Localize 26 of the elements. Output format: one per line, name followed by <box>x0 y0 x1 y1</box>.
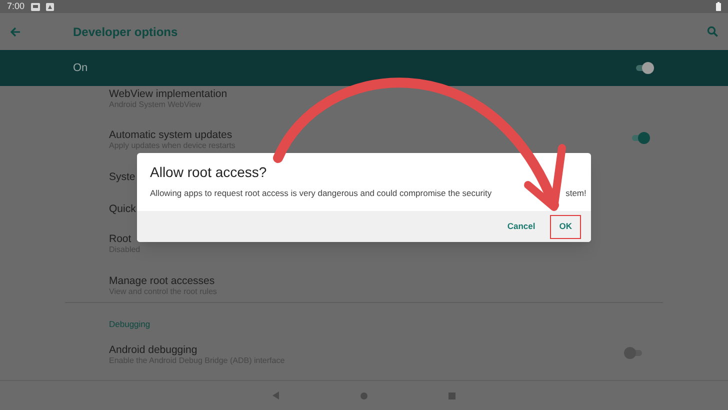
dialog-button[interactable]: OK <box>550 214 581 238</box>
toggle-switch[interactable] <box>630 132 650 144</box>
toggle-switch[interactable] <box>624 347 644 359</box>
setting-title: Root <box>109 233 132 245</box>
status-time: 7:00 <box>7 2 25 11</box>
setting-title: Automatic system updates <box>109 129 234 141</box>
back-icon[interactable] <box>272 391 280 400</box>
back-arrow-icon[interactable] <box>10 26 21 36</box>
notification-icon <box>46 2 54 10</box>
setting-title: Manage root accesses <box>109 275 216 287</box>
battery-icon <box>716 2 721 11</box>
notification-icon <box>30 2 40 10</box>
toggle-switch[interactable] <box>634 62 654 74</box>
section-header: Debugging <box>109 319 150 329</box>
recents-icon[interactable] <box>448 392 456 400</box>
dialog-message: stem! <box>566 189 586 198</box>
dialog-message: Allowing apps to request root access is very dangerous and could compromise the security <box>150 189 492 198</box>
master-switch-bar[interactable]: On <box>0 50 728 86</box>
home-icon[interactable] <box>360 392 368 400</box>
search-icon[interactable] <box>707 26 718 37</box>
switch-label: On <box>73 60 88 76</box>
dialog-title: Allow root access? <box>150 165 268 179</box>
dialog-button[interactable]: Cancel <box>498 214 544 238</box>
setting-title: WebView implementation <box>109 88 228 100</box>
setting-title: Android debugging <box>109 344 198 356</box>
screen-title: Developer options <box>73 24 178 40</box>
